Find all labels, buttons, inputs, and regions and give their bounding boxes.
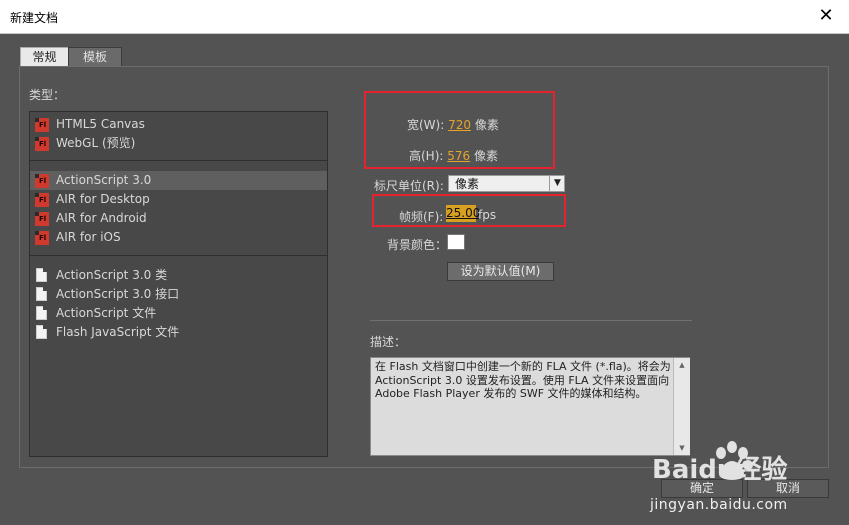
title-bar	[0, 0, 849, 34]
description-text: 在 Flash 文档窗口中创建一个新的 FLA 文件 (*.fla)。将会为 A…	[375, 360, 671, 400]
tab-general[interactable]: 常规	[20, 47, 69, 67]
list-divider	[30, 160, 327, 161]
fl-file-icon	[35, 231, 49, 245]
list-divider	[30, 255, 327, 256]
script-file-icon	[36, 325, 47, 339]
window-title: 新建文档	[10, 11, 59, 25]
set-default-button[interactable]: 设为默认值(M)	[447, 262, 554, 281]
list-item-webgl[interactable]: WebGL (预览)	[30, 134, 327, 153]
ruler-label: 标尺单位(R):	[374, 179, 444, 193]
list-item-actionscript-file[interactable]: ActionScript 文件	[30, 304, 327, 323]
list-item-label: ActionScript 3.0 类	[56, 268, 168, 282]
list-item-label: ActionScript 文件	[56, 306, 157, 320]
description-divider	[370, 320, 692, 321]
list-item-air-desktop[interactable]: AIR for Desktop	[30, 190, 327, 209]
fl-file-icon	[35, 212, 49, 226]
list-item-actionscript3[interactable]: ActionScript 3.0	[30, 171, 327, 190]
tab-template[interactable]: 模板	[68, 47, 122, 67]
height-row: 高(H): 576 像素	[409, 147, 498, 164]
list-item-as3-class[interactable]: ActionScript 3.0 类	[30, 266, 327, 285]
list-item-air-ios[interactable]: AIR for iOS	[30, 228, 327, 247]
list-item-label: AIR for Desktop	[56, 192, 150, 206]
type-label: 类型：	[29, 88, 66, 102]
list-item-label: WebGL (预览)	[56, 136, 136, 150]
script-file-icon	[36, 287, 47, 301]
watermark-brand: Baidu经验	[652, 454, 787, 485]
height-input[interactable]: 576	[447, 149, 470, 163]
list-item-label: HTML5 Canvas	[56, 117, 145, 131]
width-unit: 像素	[474, 118, 499, 132]
list-item-air-android[interactable]: AIR for Android	[30, 209, 327, 228]
width-row: 宽(W): 720 像素	[407, 116, 499, 133]
list-item-as3-interface[interactable]: ActionScript 3.0 接口	[30, 285, 327, 304]
fl-file-icon	[35, 174, 49, 188]
script-file-icon	[36, 268, 47, 282]
watermark-url: jingyan.baidu.com	[650, 497, 788, 513]
height-label: 高(H):	[409, 149, 444, 163]
list-item-html5-canvas[interactable]: HTML5 Canvas	[30, 115, 327, 134]
height-unit: 像素	[474, 149, 499, 163]
script-file-icon	[36, 306, 47, 320]
list-item-label: AIR for Android	[56, 211, 147, 225]
list-item-label: Flash JavaScript 文件	[56, 325, 180, 339]
bg-color-swatch[interactable]	[447, 234, 465, 250]
list-item-label: AIR for iOS	[56, 230, 121, 244]
type-list[interactable]: HTML5 Canvas WebGL (预览) ActionScript 3.0…	[29, 111, 328, 457]
width-label: 宽(W):	[407, 118, 445, 132]
bg-color-label: 背景颜色：	[387, 238, 448, 252]
description-label: 描述：	[370, 335, 407, 349]
ruler-unit-select[interactable]: 像素 ▼	[448, 175, 565, 192]
fps-input[interactable]: 25.00	[446, 205, 480, 222]
fps-unit: fps	[478, 208, 497, 222]
description-box: 在 Flash 文档窗口中创建一个新的 FLA 文件 (*.fla)。将会为 A…	[370, 357, 690, 456]
scroll-up-icon[interactable]: ▲	[674, 358, 690, 372]
ruler-unit-value: 像素	[455, 177, 480, 191]
fl-file-icon	[35, 137, 49, 151]
fl-file-icon	[35, 118, 49, 132]
list-item-label: ActionScript 3.0 接口	[56, 287, 180, 301]
width-input[interactable]: 720	[448, 118, 471, 132]
list-item-flash-js-file[interactable]: Flash JavaScript 文件	[30, 323, 327, 342]
chevron-down-icon[interactable]: ▼	[549, 176, 565, 191]
list-item-label: ActionScript 3.0	[56, 173, 152, 187]
fps-label: 帧频(F):	[399, 210, 444, 224]
fl-file-icon	[35, 193, 49, 207]
close-icon[interactable]: ✕	[812, 3, 840, 29]
